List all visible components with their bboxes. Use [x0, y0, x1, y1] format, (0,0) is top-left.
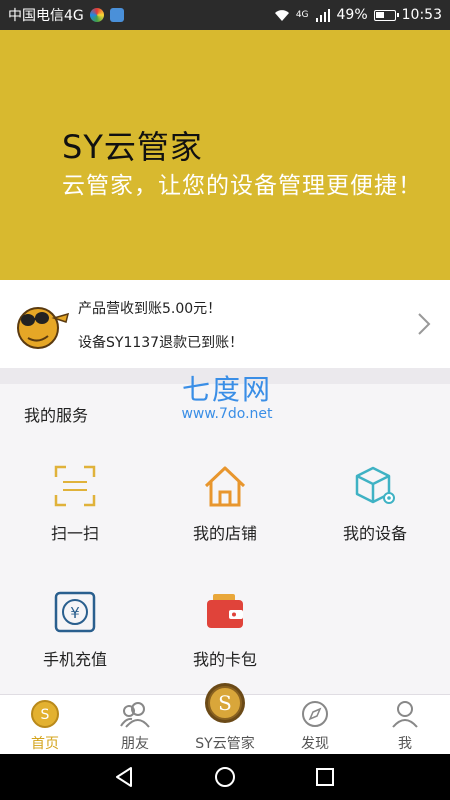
service-recharge[interactable]: ¥ 手机充值 [0, 590, 150, 670]
services-section: 我的服务 七度网 www.7do.net 扫一扫 我的店铺 我的设备 ¥ 手机充… [0, 374, 450, 694]
device-icon [355, 466, 395, 504]
status-bar: 中国电信4G 4G 49% 10:53 [0, 0, 450, 30]
service-label: 我的设备 [342, 524, 407, 543]
service-label: 手机充值 [42, 650, 107, 669]
watermark-url: www.7do.net [181, 406, 273, 422]
notification-card[interactable]: 产品营收到账5.00元！ 设备SY1137退款已到账！ [0, 280, 450, 368]
recents-icon[interactable] [313, 765, 337, 789]
wallet-icon [207, 594, 243, 628]
carrier-label: 中国电信4G [8, 8, 84, 24]
system-nav-bar [0, 754, 450, 800]
service-label: 我的卡包 [192, 650, 257, 669]
sy-coin-icon: S [205, 683, 245, 723]
tab-home[interactable]: S 首页 [0, 695, 90, 755]
svg-text:¥: ¥ [70, 604, 80, 622]
bottom-tab-bar: S 首页 朋友 S SY云管家 发现 我 [0, 683, 450, 755]
banner-title: SY云管家 [62, 128, 203, 166]
service-store[interactable]: 我的店铺 [150, 464, 300, 544]
notice-line-1: 产品营收到账5.00元！ [78, 301, 222, 317]
clock: 10:53 [401, 7, 442, 23]
service-label: 我的店铺 [192, 524, 257, 543]
hero-banner: SY云管家 云管家，让您的设备管理更便捷！ [0, 30, 450, 280]
banner-subtitle: 云管家，让您的设备管理更便捷！ [62, 173, 422, 199]
mascot-icon [17, 307, 70, 349]
compass-icon [302, 701, 328, 727]
store-icon [204, 466, 246, 507]
watermark: 七度网 www.7do.net [172, 373, 282, 423]
tab-discover[interactable]: 发现 [270, 695, 360, 755]
recharge-icon: ¥ [54, 591, 96, 633]
home-icon[interactable] [213, 765, 237, 789]
service-scan[interactable]: 扫一扫 [0, 464, 150, 544]
section-title: 我的服务 [24, 406, 89, 425]
tab-label: 我 [398, 736, 412, 752]
tab-me[interactable]: 我 [360, 695, 450, 755]
svg-text:S: S [41, 707, 50, 723]
profile-icon [392, 701, 418, 728]
friends-icon [120, 702, 150, 728]
tab-sy[interactable]: S SY云管家 [180, 683, 270, 755]
service-device[interactable]: 我的设备 [300, 464, 450, 544]
service-label: 扫一扫 [50, 524, 99, 543]
back-icon[interactable] [113, 765, 137, 789]
battery-percent: 49% [336, 7, 368, 23]
network-type-label: 4G [295, 10, 309, 20]
svg-text:S: S [218, 691, 232, 715]
signal-icon [315, 9, 330, 22]
home-coin-icon: S [31, 700, 59, 728]
wifi-icon [274, 10, 289, 21]
tab-label: 发现 [301, 736, 329, 752]
chevron-right-icon[interactable] [416, 312, 432, 336]
service-wallet[interactable]: 我的卡包 [150, 590, 300, 670]
app-notification-icon [89, 8, 104, 22]
battery-icon [373, 9, 399, 21]
watermark-title: 七度网 [181, 373, 272, 406]
scan-icon [54, 465, 96, 507]
gallery-notification-icon [109, 8, 124, 22]
notice-line-2: 设备SY1137退款已到账！ [78, 335, 244, 351]
tab-label: 首页 [31, 736, 59, 752]
